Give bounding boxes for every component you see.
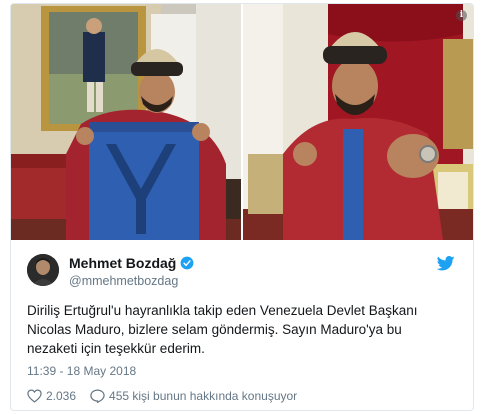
photo-left-image bbox=[11, 4, 241, 240]
photo-right[interactable]: i bbox=[243, 4, 473, 240]
photo-right-image bbox=[243, 4, 473, 240]
author-name[interactable]: Mehmet Bozdağ bbox=[69, 255, 176, 271]
tweet-card[interactable]: i Mehmet Bozdağ @mmehmetbozdag Diriliş E… bbox=[10, 3, 474, 411]
verified-badge-icon bbox=[180, 256, 194, 270]
tweet-timestamp[interactable]: 11:39 - 18 May 2018 bbox=[27, 364, 136, 378]
conversation-link[interactable]: 455 kişi bunun hakkında konuşuyor bbox=[90, 389, 297, 403]
conversation-text: 455 kişi bunun hakkında konuşuyor bbox=[109, 389, 298, 403]
tweet-text-line: nezaketi için teşekkür ederim. bbox=[27, 341, 205, 356]
photo-left[interactable] bbox=[11, 4, 241, 240]
tweet-actions: 2.036 455 kişi bunun hakkında konuşuyor bbox=[27, 389, 311, 403]
author-handle[interactable]: @mmehmetbozdag bbox=[69, 274, 178, 288]
twitter-bird-icon[interactable] bbox=[437, 256, 455, 271]
tweet-media[interactable]: i bbox=[11, 4, 473, 240]
tweet-text-line: Nicolas Maduro, bizlere selam göndermiş.… bbox=[27, 322, 402, 337]
tweet-header: Mehmet Bozdağ @mmehmetbozdag bbox=[27, 252, 457, 292]
author-name-row[interactable]: Mehmet Bozdağ bbox=[69, 255, 194, 271]
like-count: 2.036 bbox=[46, 389, 77, 403]
info-icon[interactable]: i bbox=[456, 10, 467, 21]
heart-icon bbox=[27, 389, 42, 403]
tweet-text: Diriliş Ertuğrul'u hayranlıkla takip ede… bbox=[27, 301, 463, 358]
tweet-text-line: Diriliş Ertuğrul'u hayranlıkla takip ede… bbox=[27, 303, 418, 318]
avatar[interactable] bbox=[27, 254, 59, 286]
reply-bubble-icon bbox=[90, 389, 105, 403]
like-button[interactable]: 2.036 bbox=[27, 389, 76, 403]
